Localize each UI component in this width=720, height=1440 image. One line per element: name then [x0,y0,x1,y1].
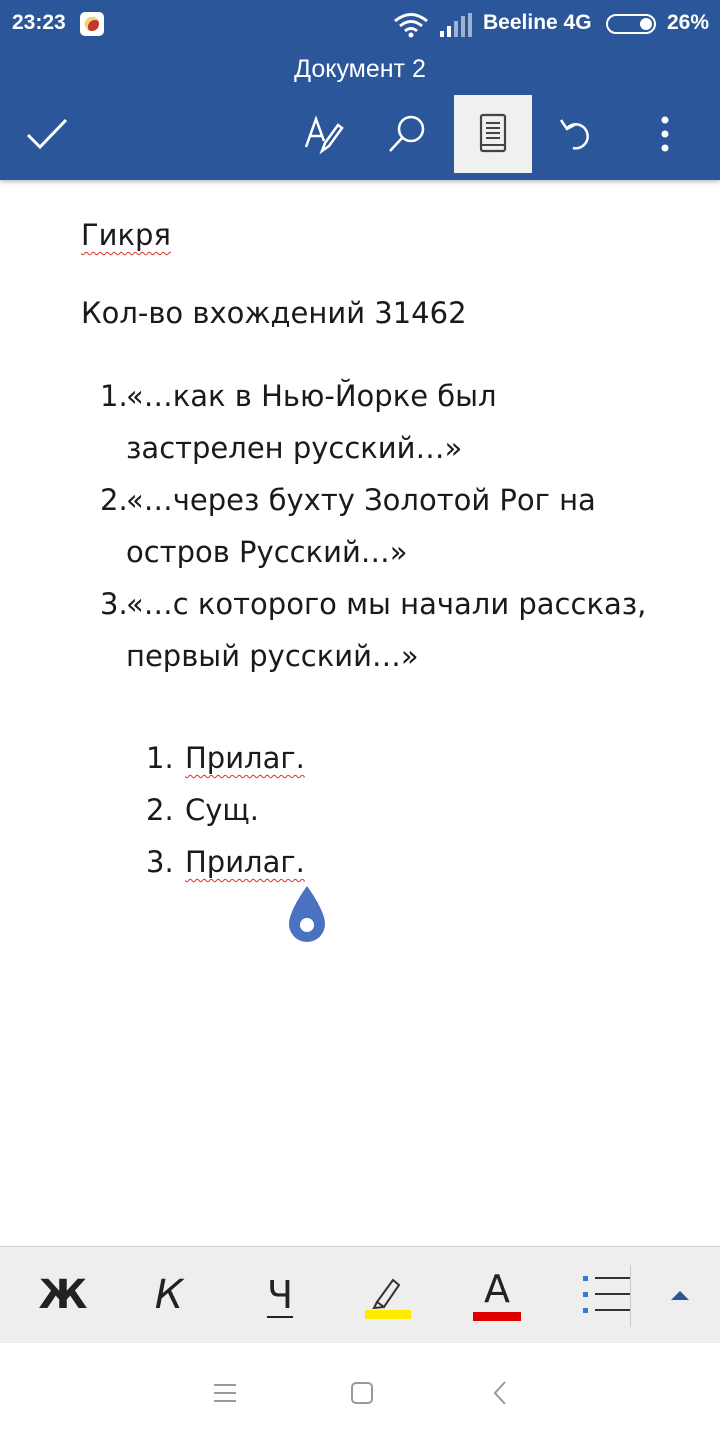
list-item-text: «…с которого мы начали рассказ, первый р… [126,587,647,673]
list-item-text: Сущ. [185,793,259,827]
find-button[interactable] [368,95,446,173]
wifi-icon [393,12,429,43]
bold-button[interactable]: Ж [18,1247,108,1343]
list-item-text: Прилаг. [185,741,305,775]
expand-up-icon [671,1291,689,1300]
list-item[interactable]: 1. «…как в Нью-Йорке был застрелен русск… [100,370,660,474]
list-item-text: «…как в Нью-Йорке был застрелен русский…… [126,379,497,465]
list-item[interactable]: 2. «…через бухту Золотой Рог на остров Р… [100,474,660,578]
pen-edit-icon [304,115,344,155]
battery-icon [606,14,656,34]
reading-view-button[interactable] [454,95,532,173]
done-button[interactable] [8,95,86,173]
status-time: 23:23 [12,11,66,34]
underline-label: Ч [266,1273,294,1317]
nav-home-button[interactable] [332,1363,392,1423]
formatting-toolbar: Ж К Ч A [0,1246,720,1344]
list-item[interactable]: 1. Прилаг. [146,732,446,784]
cursor-drag-handle-icon[interactable] [287,884,327,950]
list-number: 1. [146,741,174,775]
numbered-list-parts-of-speech: 1. Прилаг. 2. Сущ. 3. Прилаг. [146,732,446,888]
bullet-list-button[interactable] [562,1247,652,1343]
italic-button[interactable]: К [124,1247,214,1343]
font-color-button[interactable]: A [452,1247,542,1343]
menu-icon [214,1384,236,1402]
battery-percent: 26% [667,11,710,34]
bullet-list-icon [583,1276,631,1313]
home-icon [351,1382,373,1404]
nav-menu-button[interactable] [195,1363,255,1423]
back-icon [493,1381,506,1405]
occurrence-count-line[interactable]: Кол-во вхождений 31462 [81,296,467,330]
list-number: 3. [100,587,128,621]
highlight-button[interactable] [343,1247,433,1343]
font-color-swatch [473,1311,521,1321]
more-vertical-icon [661,116,669,152]
system-nav-bar [0,1343,720,1440]
underline-button[interactable]: Ч [235,1247,325,1343]
undo-button[interactable] [538,95,616,173]
undo-icon [559,119,589,150]
list-item-text: «…через бухту Золотой Рог на остров Русс… [126,483,596,569]
signal-icon [440,13,474,42]
more-options-button[interactable] [626,95,704,173]
edit-button[interactable] [284,95,362,173]
app-bar: Документ 2 [0,50,720,180]
app-notification-icon [80,12,104,36]
list-item[interactable]: 2. Сущ. [146,784,446,836]
list-item[interactable]: 3. Прилаг. [146,836,446,888]
nav-back-button[interactable] [470,1363,530,1423]
expand-toolbar-button[interactable] [640,1247,720,1343]
document-heading[interactable]: Гикря [81,218,171,252]
search-icon [389,115,425,152]
list-number: 2. [100,483,128,517]
list-item-text: Прилаг. [185,845,305,879]
highlighter-icon [365,1278,411,1319]
status-bar: 23:23 Beeline 4G 26% [0,0,720,50]
document-canvas[interactable]: Гикря Кол-во вхождений 31462 1. «…как в … [0,180,720,1246]
font-color-letter: A [484,1266,510,1311]
carrier-label: Beeline 4G [483,11,592,34]
numbered-list-quotes: 1. «…как в Нью-Йорке был застрелен русск… [100,370,660,682]
list-number: 3. [146,845,174,879]
list-number: 1. [100,379,128,413]
toolbar-divider [630,1265,631,1327]
checkmark-icon [26,118,68,150]
list-number: 2. [146,793,174,827]
document-title: Документ 2 [294,55,426,83]
list-item[interactable]: 3. «…с которого мы начали рассказ, первы… [100,578,660,682]
reading-view-icon [479,113,507,153]
